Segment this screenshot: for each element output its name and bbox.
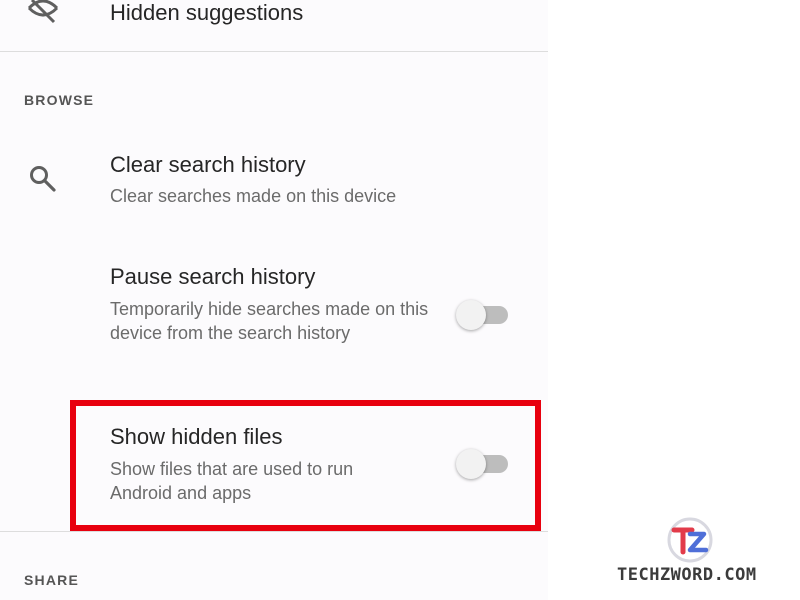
watermark-text: TECHZWORD.COM — [617, 565, 757, 585]
clear-search-history-title: Clear search history — [110, 152, 306, 177]
section-header-browse: BROWSE — [24, 92, 95, 108]
hidden-suggestions-title: Hidden suggestions — [110, 0, 304, 25]
search-icon — [28, 164, 58, 199]
divider — [0, 51, 548, 52]
visibility-off-icon — [26, 0, 60, 31]
section-header-share: SHARE — [24, 572, 80, 588]
watermark-logo-icon — [667, 517, 713, 563]
highlight-box — [70, 400, 541, 531]
toggle-thumb — [456, 300, 486, 330]
pause-search-history-toggle[interactable] — [456, 297, 512, 331]
pause-search-history-title: Pause search history — [110, 264, 316, 289]
settings-page: Hidden suggestions BROWSE Clear search h… — [0, 0, 800, 600]
divider — [0, 531, 548, 532]
clear-search-history-subtitle: Clear searches made on this device — [110, 186, 397, 206]
pause-search-history-subtitle: Temporarily hide searches made on this d… — [110, 299, 429, 343]
